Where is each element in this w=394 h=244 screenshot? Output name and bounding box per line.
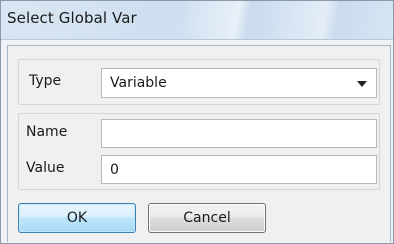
type-dropdown-value: Variable: [110, 75, 167, 91]
value-input[interactable]: [101, 155, 377, 184]
title-bar[interactable]: Select Global Var: [1, 1, 393, 40]
type-label: Type: [29, 73, 62, 89]
type-dropdown[interactable]: Variable: [101, 68, 377, 98]
ok-button[interactable]: OK: [18, 203, 136, 233]
value-label: Value: [26, 160, 65, 176]
name-label: Name: [26, 124, 68, 140]
chevron-down-icon[interactable]: [357, 81, 367, 87]
dialog-title: Select Global Var: [7, 9, 137, 27]
dialog-window: Select Global Var Type Variable Name Val…: [0, 0, 394, 244]
cancel-button[interactable]: Cancel: [148, 203, 266, 233]
type-group: Type Variable: [18, 59, 380, 105]
dialog-body: Type Variable Name Value OK Cancel: [7, 45, 391, 242]
name-value-group: Name Value: [18, 113, 380, 190]
name-input[interactable]: [101, 119, 377, 148]
